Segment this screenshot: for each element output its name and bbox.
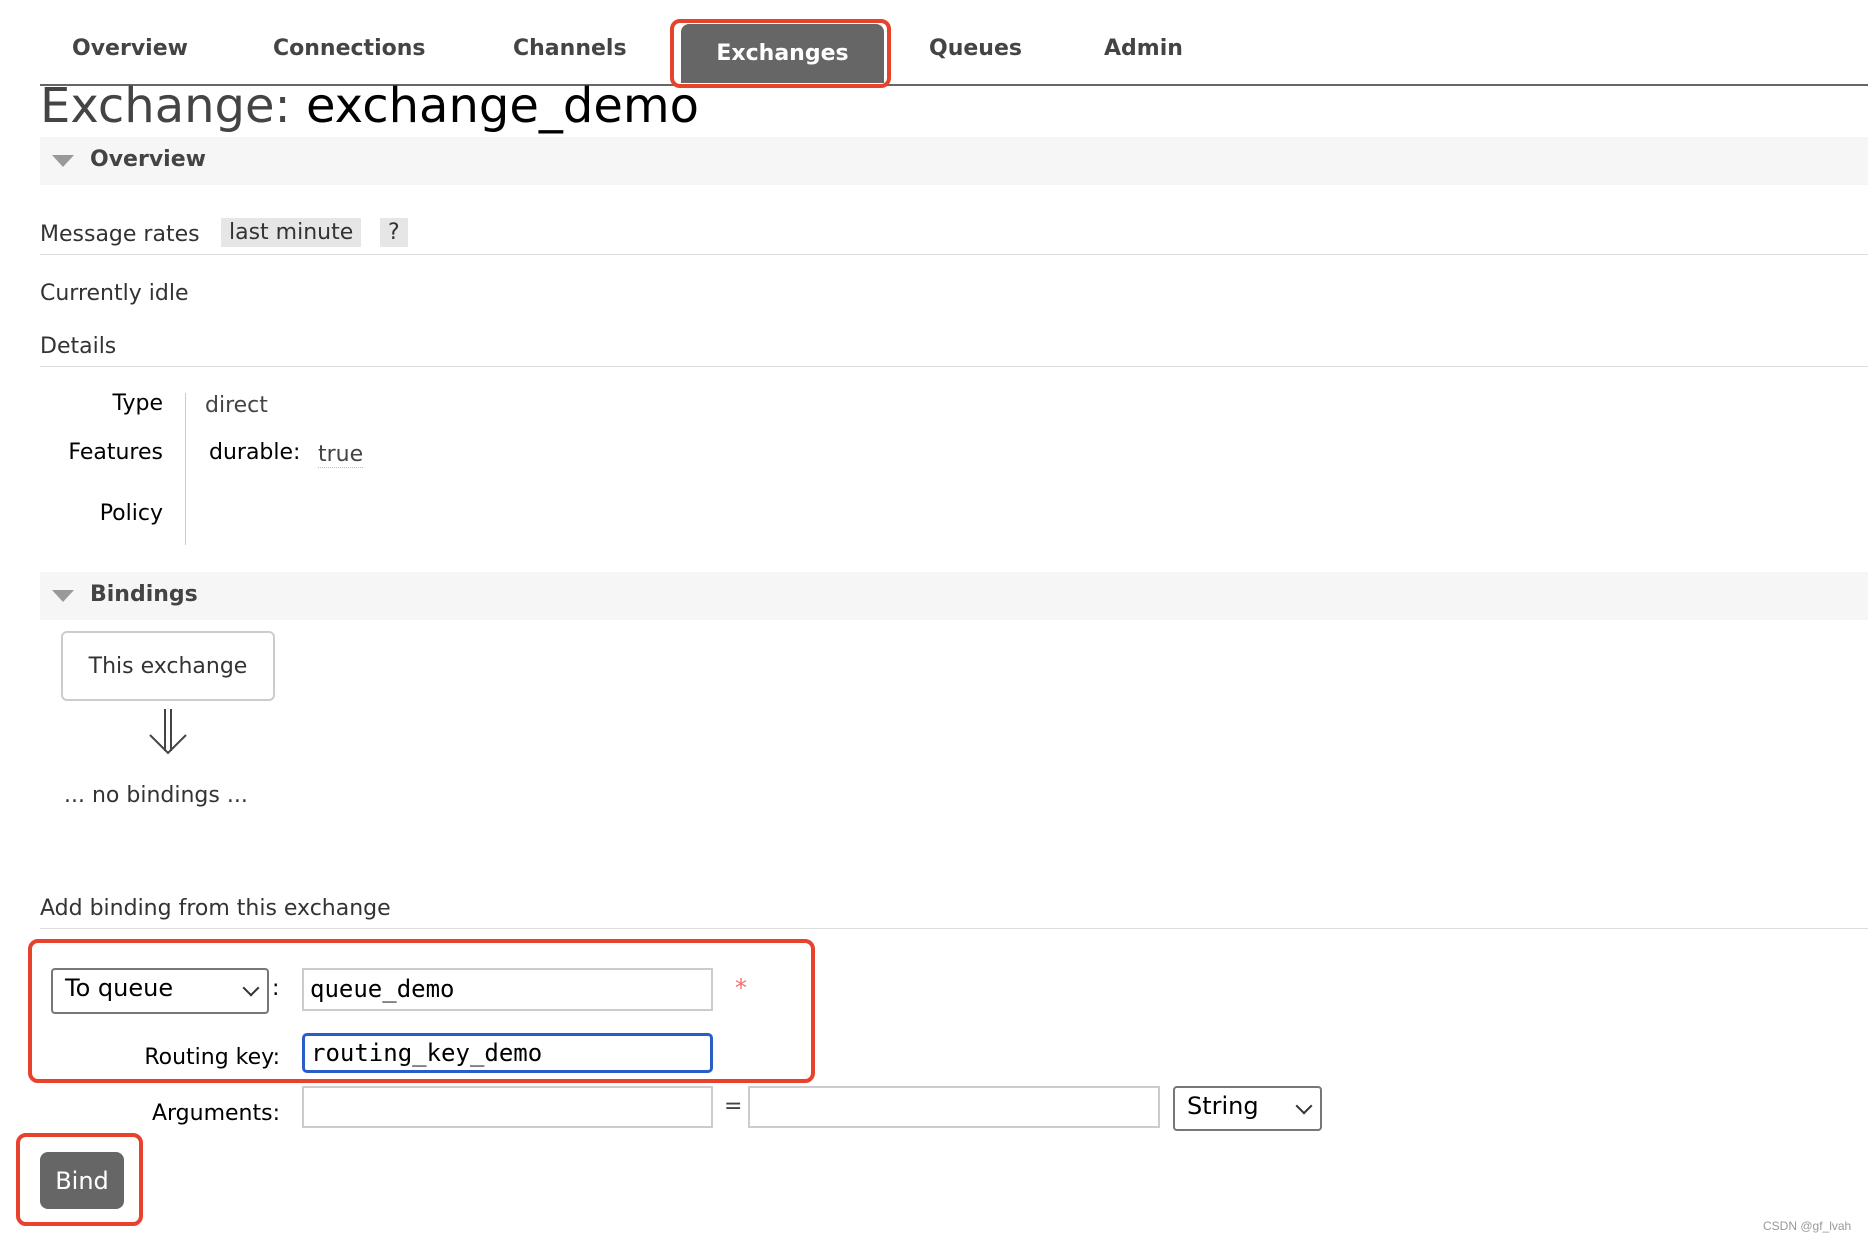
message-rates-label: Message rates: [40, 222, 200, 247]
this-exchange-box: This exchange: [61, 631, 275, 701]
highlight-binding-form: [28, 939, 815, 1083]
collapse-triangle-icon: [52, 590, 74, 602]
tab-connections[interactable]: Connections: [273, 36, 425, 61]
divider: [40, 254, 1868, 255]
policy-label: Policy: [99, 501, 163, 526]
tab-admin[interactable]: Admin: [1104, 36, 1183, 61]
argument-value-input[interactable]: [748, 1086, 1160, 1128]
add-binding-heading: Add binding from this exchange: [40, 896, 391, 921]
status-text: Currently idle: [40, 281, 189, 306]
tab-overview[interactable]: Overview: [72, 36, 188, 61]
rate-period-toggle[interactable]: last minute: [221, 218, 362, 247]
highlight-bind-button: [16, 1133, 143, 1226]
argument-type-select[interactable]: String: [1173, 1086, 1322, 1131]
highlight-exchanges-tab: [670, 19, 891, 88]
help-button[interactable]: ?: [380, 218, 408, 247]
divider: [40, 928, 1868, 929]
overview-section-header[interactable]: Overview: [40, 137, 1868, 185]
watermark: CSDN @gf_lvah: [1763, 1219, 1852, 1233]
collapse-triangle-icon: [52, 155, 74, 167]
durable-value: true: [318, 442, 364, 468]
bindings-section-header[interactable]: Bindings: [40, 572, 1868, 620]
type-label: Type: [112, 391, 163, 416]
exchange-name: exchange_demo: [305, 78, 700, 134]
tab-channels[interactable]: Channels: [513, 36, 627, 61]
durable-label: durable:: [209, 440, 301, 465]
title-prefix: Exchange:: [40, 78, 291, 134]
double-arrow-down-icon: [149, 709, 187, 755]
selected-value: String: [1187, 1092, 1259, 1120]
section-label: Bindings: [90, 582, 198, 607]
tab-queues[interactable]: Queues: [929, 36, 1022, 61]
page-title: Exchange: exchange_demo: [40, 78, 699, 134]
section-label: Overview: [90, 147, 206, 172]
details-label: Details: [40, 334, 117, 359]
no-bindings-text: ... no bindings ...: [64, 783, 248, 808]
type-value: direct: [205, 393, 268, 418]
details-divider: [185, 393, 186, 545]
argument-key-input[interactable]: [302, 1086, 713, 1128]
chevron-down-icon: [1295, 1097, 1313, 1115]
divider: [40, 366, 1868, 367]
equals-sign: =: [724, 1094, 743, 1119]
features-label: Features: [68, 440, 163, 465]
arguments-label: Arguments:: [151, 1101, 280, 1126]
